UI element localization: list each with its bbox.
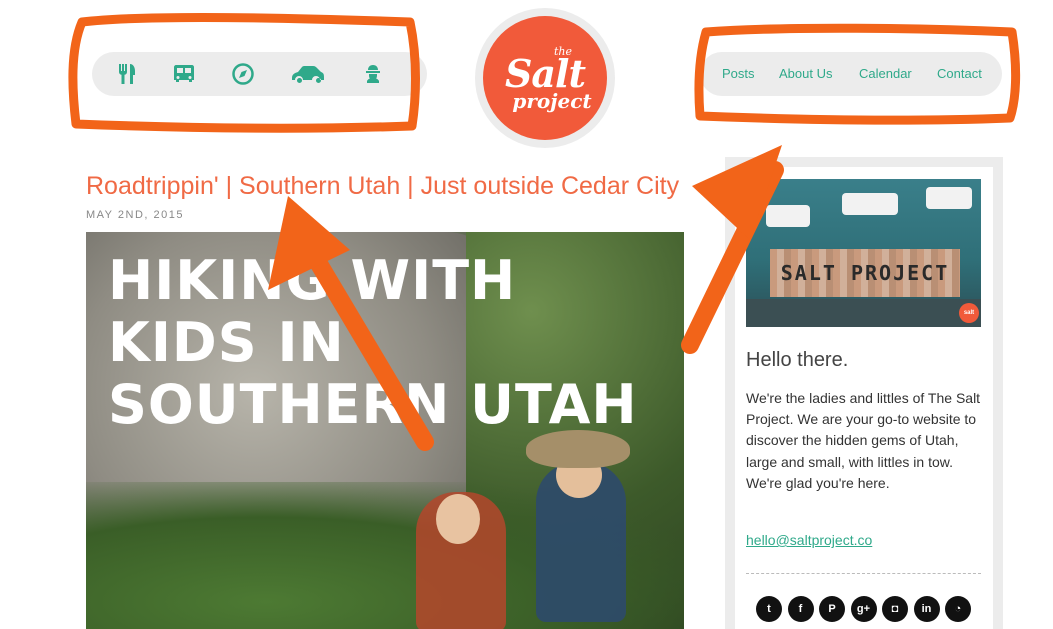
- logo-salt: Salt: [504, 50, 586, 96]
- linkedin-icon[interactable]: in: [913, 596, 940, 622]
- sidebar-heading: Hello there.: [746, 349, 849, 371]
- twitter-icon[interactable]: t: [756, 596, 782, 622]
- logo-project: project: [512, 88, 592, 113]
- nav-contact[interactable]: Contact: [937, 66, 982, 81]
- nav-about-us[interactable]: About Us: [779, 66, 832, 81]
- child-sitting-head: [436, 494, 480, 544]
- floor: [746, 299, 981, 327]
- post-title[interactable]: Roadtrippin' | Southern Utah | Just outs…: [86, 172, 679, 201]
- sidebar-intro: We're the ladies and littles of The Salt…: [746, 390, 981, 491]
- email-link[interactable]: hello@saltproject.co: [746, 532, 872, 548]
- photo-logo: salt: [959, 303, 979, 323]
- hero-line: SOUTHERN UTAH: [108, 373, 638, 436]
- cloud: [842, 193, 898, 215]
- compass-icon[interactable]: [231, 62, 255, 86]
- hero-line: KIDS IN: [108, 311, 345, 374]
- site-logo[interactable]: the Salt project: [483, 16, 607, 140]
- car-icon[interactable]: [288, 62, 328, 86]
- cloud: [926, 187, 972, 209]
- post-date: MAY 2ND, 2015: [86, 209, 184, 221]
- wall-sign: SALT PROJECT: [770, 249, 960, 297]
- bus-icon[interactable]: [172, 62, 196, 86]
- hero-image[interactable]: HIKING WITH KIDS IN SOUTHERN UTAH: [86, 232, 684, 629]
- pinterest-icon[interactable]: P: [819, 596, 845, 622]
- divider: [746, 573, 981, 574]
- instagram-icon[interactable]: ◘: [882, 596, 908, 622]
- sidebar-photo: SALT PROJECT salt: [746, 179, 981, 327]
- hero-line: HIKING WITH: [108, 249, 517, 312]
- nav-calendar[interactable]: Calendar: [859, 66, 912, 81]
- nav-posts[interactable]: Posts: [722, 66, 755, 81]
- hero-headline: HIKING WITH KIDS IN SOUTHERN UTAH: [108, 250, 638, 436]
- food-icon[interactable]: [115, 62, 139, 86]
- rss-icon[interactable]: ◔: [945, 596, 971, 622]
- google-plus-icon[interactable]: g+: [850, 596, 877, 622]
- person-icon[interactable]: [361, 62, 385, 86]
- facebook-icon[interactable]: f: [787, 596, 814, 622]
- cloud: [766, 205, 810, 227]
